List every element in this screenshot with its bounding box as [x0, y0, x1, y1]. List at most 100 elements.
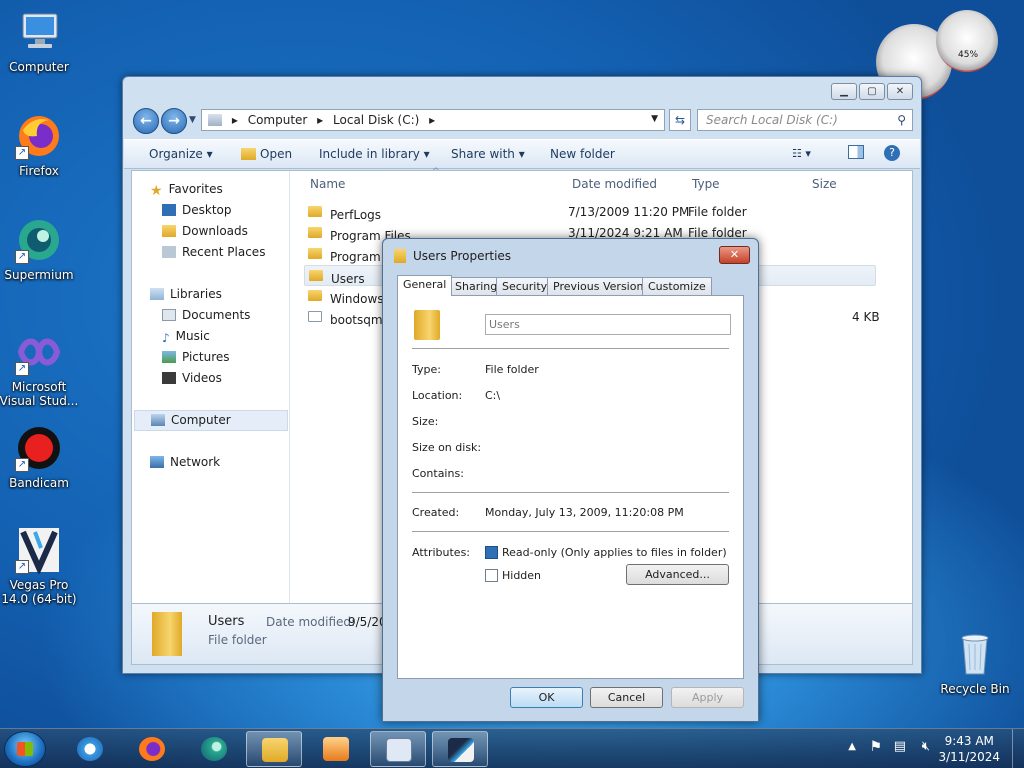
address-bar[interactable]: ▸ Computer ▸ Local Disk (C:) ▸ ▼: [201, 109, 665, 131]
apply-button[interactable]: Apply: [671, 687, 744, 708]
clock[interactable]: 9:43 AM 3/11/2024: [938, 733, 1000, 765]
nav-documents[interactable]: Documents: [162, 308, 250, 322]
desktop-icon-supermium[interactable]: ↗ Supermium: [0, 216, 81, 282]
nav-pictures[interactable]: Pictures: [162, 350, 230, 364]
taskbar-vegas-pro[interactable]: [432, 731, 488, 767]
refresh-button[interactable]: ⇆: [669, 109, 691, 131]
file-name: Users: [331, 272, 365, 286]
organize-button[interactable]: Organize ▾: [149, 147, 213, 161]
column-date-modified[interactable]: Date modified: [572, 177, 657, 191]
taskbar-firefox[interactable]: [124, 731, 180, 767]
share-with-button[interactable]: Share with ▾: [451, 147, 525, 161]
tab-customize[interactable]: Customize: [642, 277, 712, 295]
ok-button[interactable]: OK: [510, 687, 583, 708]
properties-dialog: Users Properties ✕ General Sharing Secur…: [382, 238, 759, 722]
desktop-icon-firefox[interactable]: ↗ Firefox: [0, 112, 81, 178]
search-icon: ⚲: [897, 113, 906, 127]
memory-meter-gadget[interactable]: 45%: [936, 10, 998, 72]
nav-downloads[interactable]: Downloads: [162, 224, 248, 238]
action-center-flag-icon[interactable]: ⚑: [869, 739, 882, 755]
breadcrumb-computer[interactable]: Computer: [248, 113, 308, 127]
back-button[interactable]: ←: [133, 108, 159, 134]
maximize-button[interactable]: ▢: [859, 83, 885, 100]
file-icon: [308, 311, 322, 322]
size-on-disk-label: Size on disk:: [412, 441, 482, 454]
windows-logo-icon: [17, 742, 33, 756]
column-size[interactable]: Size: [812, 177, 837, 191]
media-player-icon: [323, 737, 349, 761]
volume-muted-icon[interactable]: 🔇︎: [922, 739, 930, 754]
recent-pages-dropdown[interactable]: ▼: [189, 115, 196, 125]
tab-general[interactable]: General: [397, 275, 453, 296]
nav-videos[interactable]: Videos: [162, 371, 222, 385]
start-button[interactable]: [4, 731, 46, 767]
help-icon[interactable]: ?: [884, 145, 900, 161]
search-input[interactable]: Search Local Disk (C:) ⚲: [697, 109, 913, 131]
taskbar-app-1[interactable]: [370, 731, 426, 767]
drive-icon: [208, 114, 222, 126]
desktop-icon-bandicam[interactable]: ↗ Bandicam: [0, 424, 81, 490]
desktop-icon-label: Firefox: [19, 164, 59, 178]
taskbar-explorer[interactable]: [246, 731, 302, 767]
sort-arrow-icon: ^: [432, 167, 440, 177]
breadcrumb-local-disk[interactable]: Local Disk (C:): [333, 113, 419, 127]
folder-icon: [394, 249, 406, 263]
address-dropdown-icon[interactable]: ▼: [651, 114, 658, 124]
file-row[interactable]: PerfLogs 7/13/2009 11:20 PM File folder: [304, 202, 876, 223]
folder-name-input[interactable]: [485, 314, 731, 335]
details-date-value: 9/5/20: [348, 615, 387, 629]
desktop-icon-visual-studio[interactable]: ↗ Microsoft Visual Stud...: [0, 328, 81, 408]
videos-icon: [162, 372, 176, 384]
desktop-icon-computer[interactable]: Computer: [0, 8, 81, 74]
breadcrumb-sep: ▸: [231, 113, 238, 127]
location-value: C:\: [485, 389, 501, 402]
advanced-button[interactable]: Advanced...: [626, 564, 729, 585]
dialog-close-button[interactable]: ✕: [719, 246, 750, 264]
firefox-icon: ↗: [15, 112, 63, 160]
nav-favorites[interactable]: ★ Favorites: [150, 182, 223, 199]
visual-studio-icon: ↗: [15, 328, 63, 376]
tab-security[interactable]: Security: [496, 277, 554, 295]
preview-pane-icon[interactable]: [848, 145, 864, 162]
attributes-label: Attributes:: [412, 546, 471, 559]
taskbar-media-player[interactable]: [308, 731, 364, 767]
open-button[interactable]: Open: [241, 147, 292, 161]
cancel-button[interactable]: Cancel: [590, 687, 663, 708]
vegas-pro-icon: ↗: [15, 526, 63, 576]
minimize-button[interactable]: ▁: [831, 83, 857, 100]
desktop-icon-vegas-pro[interactable]: ↗ Vegas Pro 14.0 (64-bit): [0, 526, 81, 606]
created-value: Monday, July 13, 2009, 11:20:08 PM: [485, 506, 684, 519]
tab-previous-versions[interactable]: Previous Versions: [547, 277, 656, 295]
new-folder-button[interactable]: New folder: [550, 147, 615, 161]
include-in-library-button[interactable]: Include in library ▾: [319, 147, 430, 161]
contains-label: Contains:: [412, 467, 464, 480]
firefox-icon: [139, 737, 165, 761]
documents-icon: [162, 309, 176, 321]
readonly-checkbox[interactable]: [485, 546, 498, 559]
desktop-icon-label: Supermium: [4, 268, 74, 282]
forward-button[interactable]: →: [161, 108, 187, 134]
taskbar-internet-explorer[interactable]: [62, 731, 118, 767]
close-button[interactable]: ✕: [887, 83, 913, 100]
taskbar-supermium[interactable]: [186, 731, 242, 767]
column-type[interactable]: Type: [692, 177, 720, 191]
nav-network[interactable]: Network: [150, 455, 220, 469]
nav-music[interactable]: ♪ Music: [162, 329, 210, 345]
bandicam-icon: ↗: [15, 424, 63, 472]
desktop-icon-recycle-bin[interactable]: Recycle Bin: [933, 630, 1017, 696]
nav-recent-places[interactable]: Recent Places: [162, 245, 265, 259]
type-label: Type:: [412, 363, 441, 376]
nav-desktop[interactable]: Desktop: [162, 203, 232, 217]
file-date: 7/13/2009 11:20 PM: [568, 205, 690, 219]
command-bar: Organize ▾ Open Include in library ▾ Sha…: [124, 139, 920, 169]
taskbar: ▲ ⚑ ▤ 🔇︎ 9:43 AM 3/11/2024: [0, 728, 1024, 768]
show-desktop-button[interactable]: [1012, 729, 1024, 768]
hidden-checkbox[interactable]: [485, 569, 498, 582]
change-view-icon[interactable]: ☷ ▾: [792, 147, 811, 160]
network-icon[interactable]: ▤: [894, 739, 906, 754]
show-hidden-icons-icon[interactable]: ▲: [848, 741, 856, 752]
column-name[interactable]: Name: [310, 177, 345, 191]
readonly-label: Read-only (Only applies to files in fold…: [502, 546, 727, 559]
nav-computer[interactable]: Computer: [134, 410, 288, 431]
nav-libraries[interactable]: Libraries: [150, 287, 222, 301]
